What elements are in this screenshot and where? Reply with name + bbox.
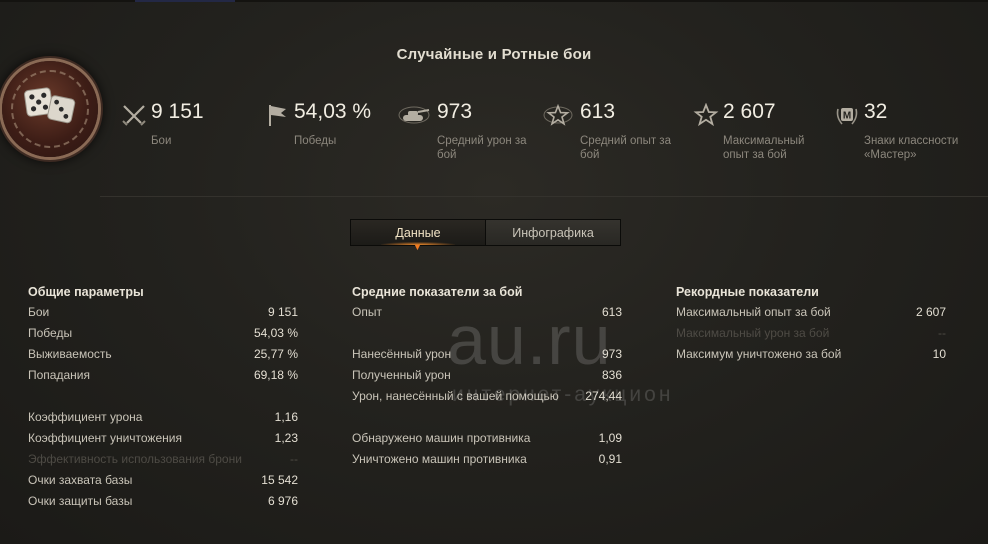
- table-row: Уничтожено машин противника 0,91: [352, 452, 622, 473]
- row-label: Коэффициент урона: [28, 410, 143, 424]
- dice-emblem-icon: [2, 61, 98, 157]
- table-row: Опыт 613: [352, 305, 622, 326]
- stat-value: 32: [864, 100, 888, 123]
- row-label: Победы: [28, 326, 73, 340]
- table-row: Попадания 69,18 %: [28, 368, 298, 389]
- flag-icon: [269, 105, 286, 126]
- chevron-down-icon: ▼: [413, 242, 422, 252]
- table-row: Очки захвата базы 15 542: [28, 473, 298, 494]
- row-label: Максимум уничтожено за бой: [676, 347, 842, 361]
- section-title: Средние показатели за бой: [352, 285, 523, 299]
- master-badge-letter: M: [843, 111, 851, 122]
- table-row: Максимальный опыт за бой 2 607: [676, 305, 946, 326]
- table-row: Урон, нанесённый с вашей помощью 274,44: [352, 389, 622, 410]
- row-value: 973: [601, 347, 622, 361]
- row-value: 1,16: [274, 410, 298, 424]
- view-tabs: Данные Инфографика: [350, 219, 621, 246]
- section-title: Рекордные показатели: [676, 285, 819, 299]
- row-label: Урон, нанесённый с вашей помощью: [352, 389, 559, 403]
- table-row: Максимум уничтожено за бой 10: [676, 347, 946, 368]
- row-value: 25,77 %: [253, 347, 298, 361]
- row-value: 9 151: [267, 305, 298, 319]
- stat-value: 2 607: [723, 100, 776, 123]
- dice-icon: [24, 87, 76, 124]
- table-row: Коэффициент урона 1,16: [28, 410, 298, 431]
- section-title: Общие параметры: [28, 285, 144, 299]
- table-row: Нанесённый урон 973: [352, 347, 622, 368]
- row-value: --: [290, 452, 298, 466]
- row-label: Очки защиты базы: [28, 494, 133, 508]
- stat-value: 54,03 %: [294, 100, 372, 123]
- star-wreath-icon: [543, 103, 573, 126]
- table-row: Победы 54,03 %: [28, 326, 298, 347]
- row-label: Полученный урон: [352, 368, 451, 382]
- table-row: Полученный урон 836: [352, 368, 622, 389]
- table-row: Бои 9 151: [28, 305, 298, 326]
- table-row: Коэффициент уничтожения 1,23: [28, 431, 298, 452]
- row-label: Нанесённый урон: [352, 347, 452, 361]
- row-label: Опыт: [352, 305, 382, 319]
- record-stats-section: Рекордные показатели Максимальный опыт з…: [676, 285, 946, 368]
- page-title: Случайные и Ротные бои: [396, 46, 592, 63]
- row-value: 69,18 %: [253, 368, 298, 382]
- general-params-section: Общие параметры Бои 9 151 Победы 54,03 % В…: [28, 285, 298, 515]
- top-border-accent: [135, 0, 235, 2]
- row-value: 274,44: [585, 389, 622, 403]
- average-stats-section: Средние показатели за бой Опыт 613 Нанесё…: [352, 285, 622, 473]
- stat-label: Знаки классности «Мастер»: [864, 135, 959, 161]
- row-label: Очки захвата базы: [28, 473, 133, 487]
- row-value: 613: [601, 305, 622, 319]
- row-label: Эффективность использования брони: [28, 452, 242, 466]
- row-label: Максимальный опыт за бой: [676, 305, 831, 319]
- table-row: Очки защиты базы 6 976: [28, 494, 298, 515]
- row-value: 10: [932, 347, 946, 361]
- row-value: 0,91: [598, 452, 622, 466]
- row-value: 1,23: [274, 431, 298, 445]
- row-label: Максимальный урон за бой: [676, 326, 830, 340]
- star-outline-icon: [693, 103, 719, 127]
- row-label: Бои: [28, 305, 50, 319]
- table-row: Выживаемость 25,77 %: [28, 347, 298, 368]
- row-value: 15 542: [261, 473, 298, 487]
- stat-label: Максимальный опыт за бой: [723, 135, 805, 161]
- row-label: Обнаружено машин противника: [352, 431, 531, 445]
- stat-label: Бои: [151, 135, 172, 147]
- row-value: 2 607: [915, 305, 946, 319]
- row-label: Коэффициент уничтожения: [28, 431, 182, 445]
- row-value: --: [938, 326, 946, 340]
- stat-value: 9 151: [151, 100, 204, 123]
- row-value: 1,09: [598, 431, 622, 445]
- row-value: 6 976: [267, 494, 298, 508]
- top-border: [0, 0, 988, 2]
- row-label: Попадания: [28, 368, 90, 382]
- section-divider: [100, 196, 988, 197]
- tank-icon: [398, 106, 430, 124]
- stat-value: 973: [437, 100, 473, 123]
- row-label: Уничтожено машин противника: [352, 452, 527, 466]
- crossed-swords-icon: [122, 105, 146, 126]
- table-row: Эффективность использования брони --: [28, 452, 298, 473]
- row-label: Выживаемость: [28, 347, 112, 361]
- stat-label: Победы: [294, 135, 337, 147]
- tab-infographics[interactable]: Инфографика: [486, 220, 620, 245]
- row-value: 54,03 %: [253, 326, 298, 340]
- row-value: 836: [601, 368, 622, 382]
- stat-label: Средний опыт за бой: [580, 135, 671, 161]
- stat-value: 613: [580, 100, 616, 123]
- table-row: Максимальный урон за бой --: [676, 326, 946, 347]
- table-row: Обнаружено машин противника 1,09: [352, 431, 622, 452]
- master-badge-icon: M: [836, 108, 858, 125]
- stat-label: Средний урон за бой: [437, 135, 527, 161]
